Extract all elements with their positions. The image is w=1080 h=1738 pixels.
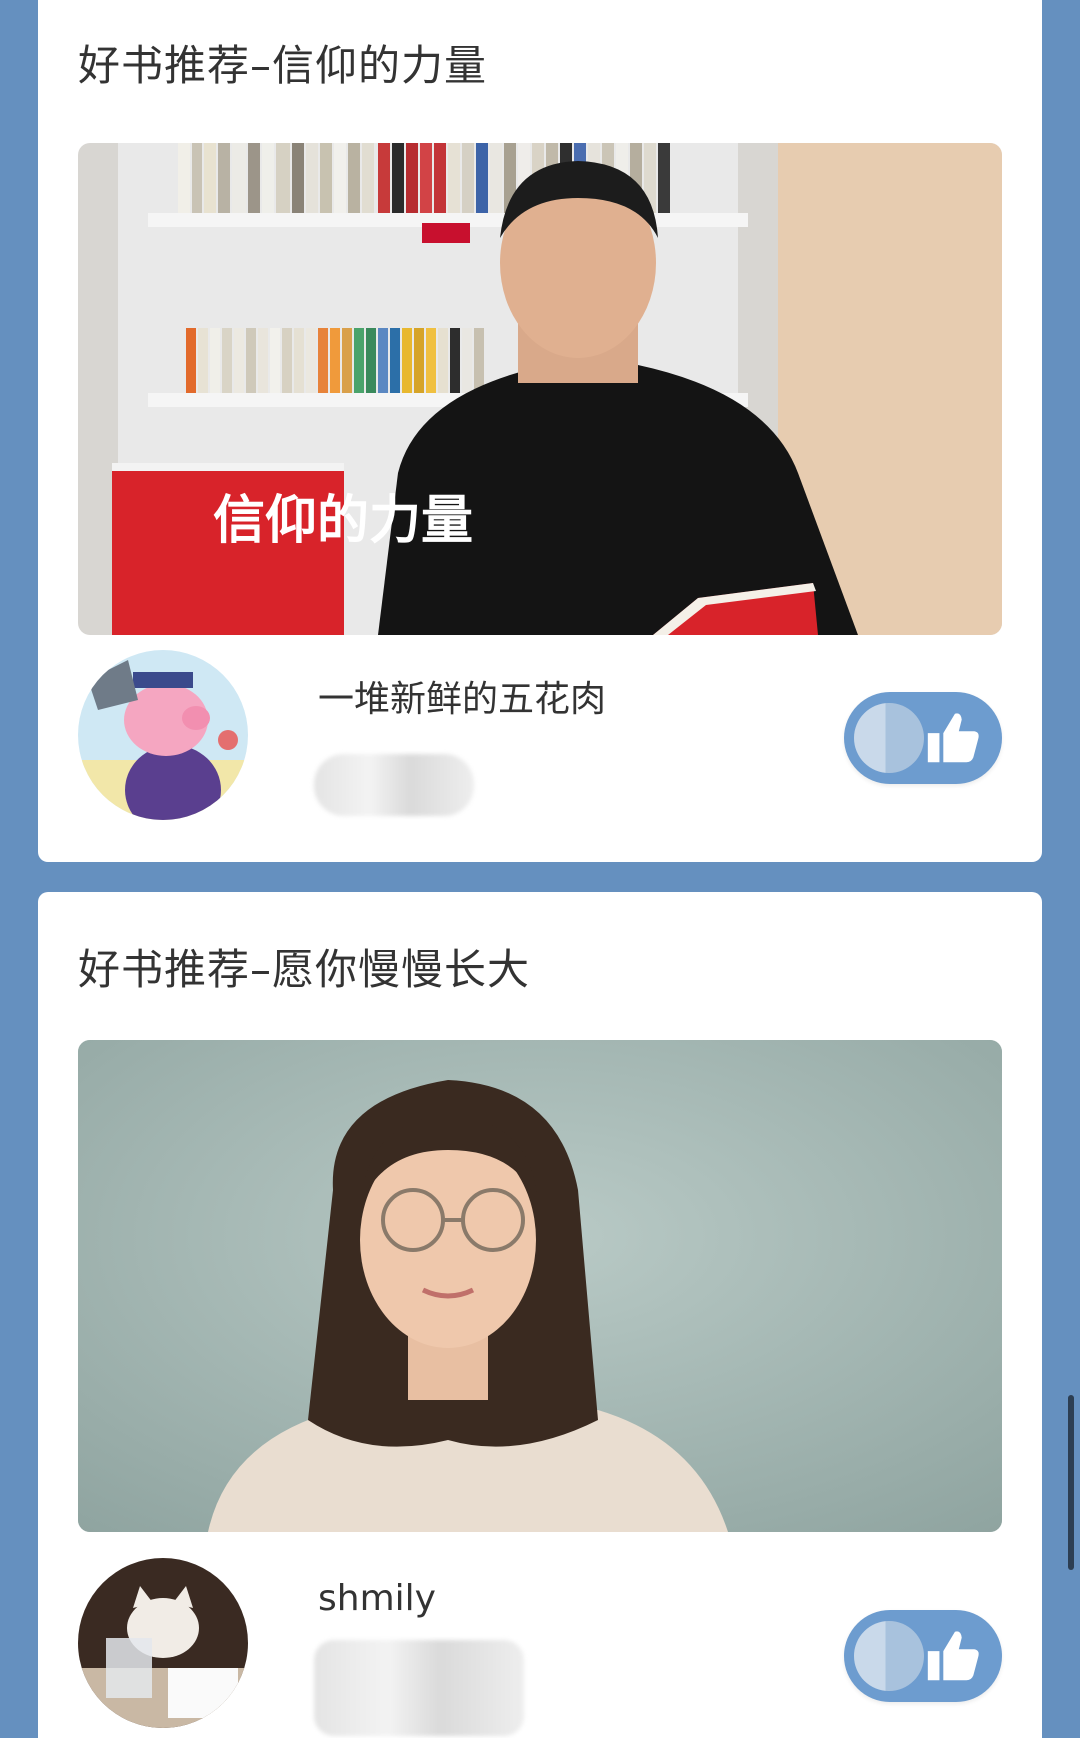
video-scene-portrait (78, 1040, 1002, 1532)
redacted-meta (314, 1640, 524, 1736)
author-name[interactable]: shmily (318, 1578, 436, 1619)
video-thumbnail[interactable] (78, 1040, 1002, 1532)
video-thumbnail[interactable]: 信仰的力量 (78, 143, 1002, 635)
author-row: shmily (78, 1558, 1002, 1736)
redacted-meta (314, 754, 474, 816)
post-card[interactable]: 好书推荐–信仰的力量 信仰的力量 一堆新鲜的五花肉 (38, 0, 1042, 862)
scrollbar[interactable] (1068, 1395, 1074, 1570)
like-button[interactable] (844, 1610, 1002, 1702)
post-title: 好书推荐–信仰的力量 (78, 41, 488, 90)
author-row: 一堆新鲜的五花肉 (78, 650, 1002, 820)
thumbs-up-icon (927, 713, 979, 763)
avatar[interactable] (78, 650, 248, 820)
video-scene-bookshelf: 信仰的力量 (78, 143, 1002, 635)
avatar-cartoon-pig-image (78, 650, 248, 820)
author-name[interactable]: 一堆新鲜的五花肉 (318, 670, 606, 722)
post-title: 好书推荐–愿你慢慢长大 (78, 945, 531, 994)
post-card[interactable]: 好书推荐–愿你慢慢长大 shmily (38, 892, 1042, 1738)
like-button[interactable] (844, 692, 1002, 784)
avatar[interactable] (78, 1558, 248, 1728)
book-cover-title: 信仰的力量 (213, 491, 473, 551)
avatar-cat-image (78, 1558, 248, 1728)
like-toggle-knob (854, 703, 924, 773)
like-toggle-knob (854, 1621, 924, 1691)
feed-page: 好书推荐–信仰的力量 信仰的力量 一堆新鲜的五花肉 好书推荐–愿你慢慢长大 sh… (0, 0, 1080, 1738)
thumbs-up-icon (927, 1631, 979, 1681)
